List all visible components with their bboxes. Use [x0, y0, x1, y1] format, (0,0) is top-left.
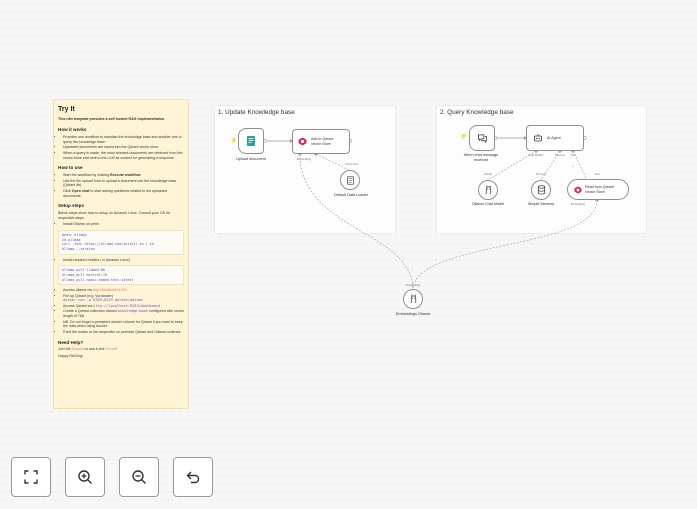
node-ai-agent[interactable]: AI Agent	[526, 125, 584, 151]
node-title-read-from-qdrant: Read from Qdrant Vector Store	[585, 185, 614, 194]
port-label-chat-model: Chat Model*	[528, 153, 544, 157]
port-label-embedding-bottom: Embedding	[405, 283, 421, 287]
node-label-embeddings: Embeddings Ollama	[395, 312, 431, 316]
qdrant-icon	[298, 137, 307, 146]
node-label-upload-document: Upload document	[236, 157, 266, 161]
port-label-tool-small: Tool	[594, 172, 600, 176]
node-read-from-qdrant[interactable]: Read from Qdrant Vector Store	[567, 179, 629, 200]
fit-view-button[interactable]	[11, 457, 51, 497]
node-title-add-to-qdrant: Add to Qdrant Vector Store	[311, 137, 334, 146]
node-upload-document[interactable]	[238, 128, 264, 154]
chat-bubble-icon	[477, 133, 487, 143]
connection-document	[315, 153, 350, 171]
port-label-model: Model	[484, 172, 492, 176]
zoom-out-icon	[132, 470, 146, 484]
database-icon	[537, 185, 545, 195]
node-label-chat-model: Ollama Chat Model	[471, 202, 505, 206]
node-label-memory: Simple Memory	[527, 202, 555, 206]
port-label-embedding-small: Embedding	[570, 202, 586, 206]
port-label-tool: Tool	[570, 153, 576, 157]
node-label-data-loader: Default Data Loader	[334, 193, 368, 197]
qdrant-icon	[574, 185, 582, 194]
undo-icon	[186, 471, 200, 484]
connection-embedding-right	[412, 199, 598, 289]
node-simple-memory[interactable]	[531, 180, 551, 200]
zoom-out-button[interactable]	[119, 457, 159, 497]
port-label-memory: Memory	[554, 153, 566, 157]
node-chat-trigger[interactable]	[469, 125, 495, 151]
document-icon	[346, 175, 354, 185]
node-ollama-chat-model[interactable]	[478, 180, 498, 200]
node-label-chat-trigger: When chat message received	[463, 153, 499, 162]
upload-form-icon	[247, 136, 255, 146]
fit-view-icon	[24, 470, 38, 484]
zoom-in-icon	[78, 470, 92, 484]
node-embeddings-ollama[interactable]	[403, 289, 423, 309]
node-default-data-loader[interactable]	[340, 170, 360, 190]
port-label-document: Document	[345, 162, 359, 166]
zoom-in-button[interactable]	[65, 457, 105, 497]
connections: +	[262, 136, 600, 289]
port-label-memory-small: Memory	[535, 172, 547, 176]
node-add-to-qdrant[interactable]: Add to Qdrant Vector Store	[292, 129, 350, 154]
ollama-llama-icon	[410, 294, 416, 304]
trigger-bolt-icon: ⚡	[230, 138, 238, 144]
svg-text:+: +	[572, 164, 575, 169]
trigger-bolt-icon: ⚡	[460, 134, 468, 140]
undo-button[interactable]	[173, 457, 213, 497]
port-label-embedding: Embedding	[296, 157, 312, 161]
robot-icon	[534, 134, 542, 142]
ollama-llama-icon	[485, 185, 491, 195]
node-title-ai-agent: AI Agent	[547, 135, 561, 140]
